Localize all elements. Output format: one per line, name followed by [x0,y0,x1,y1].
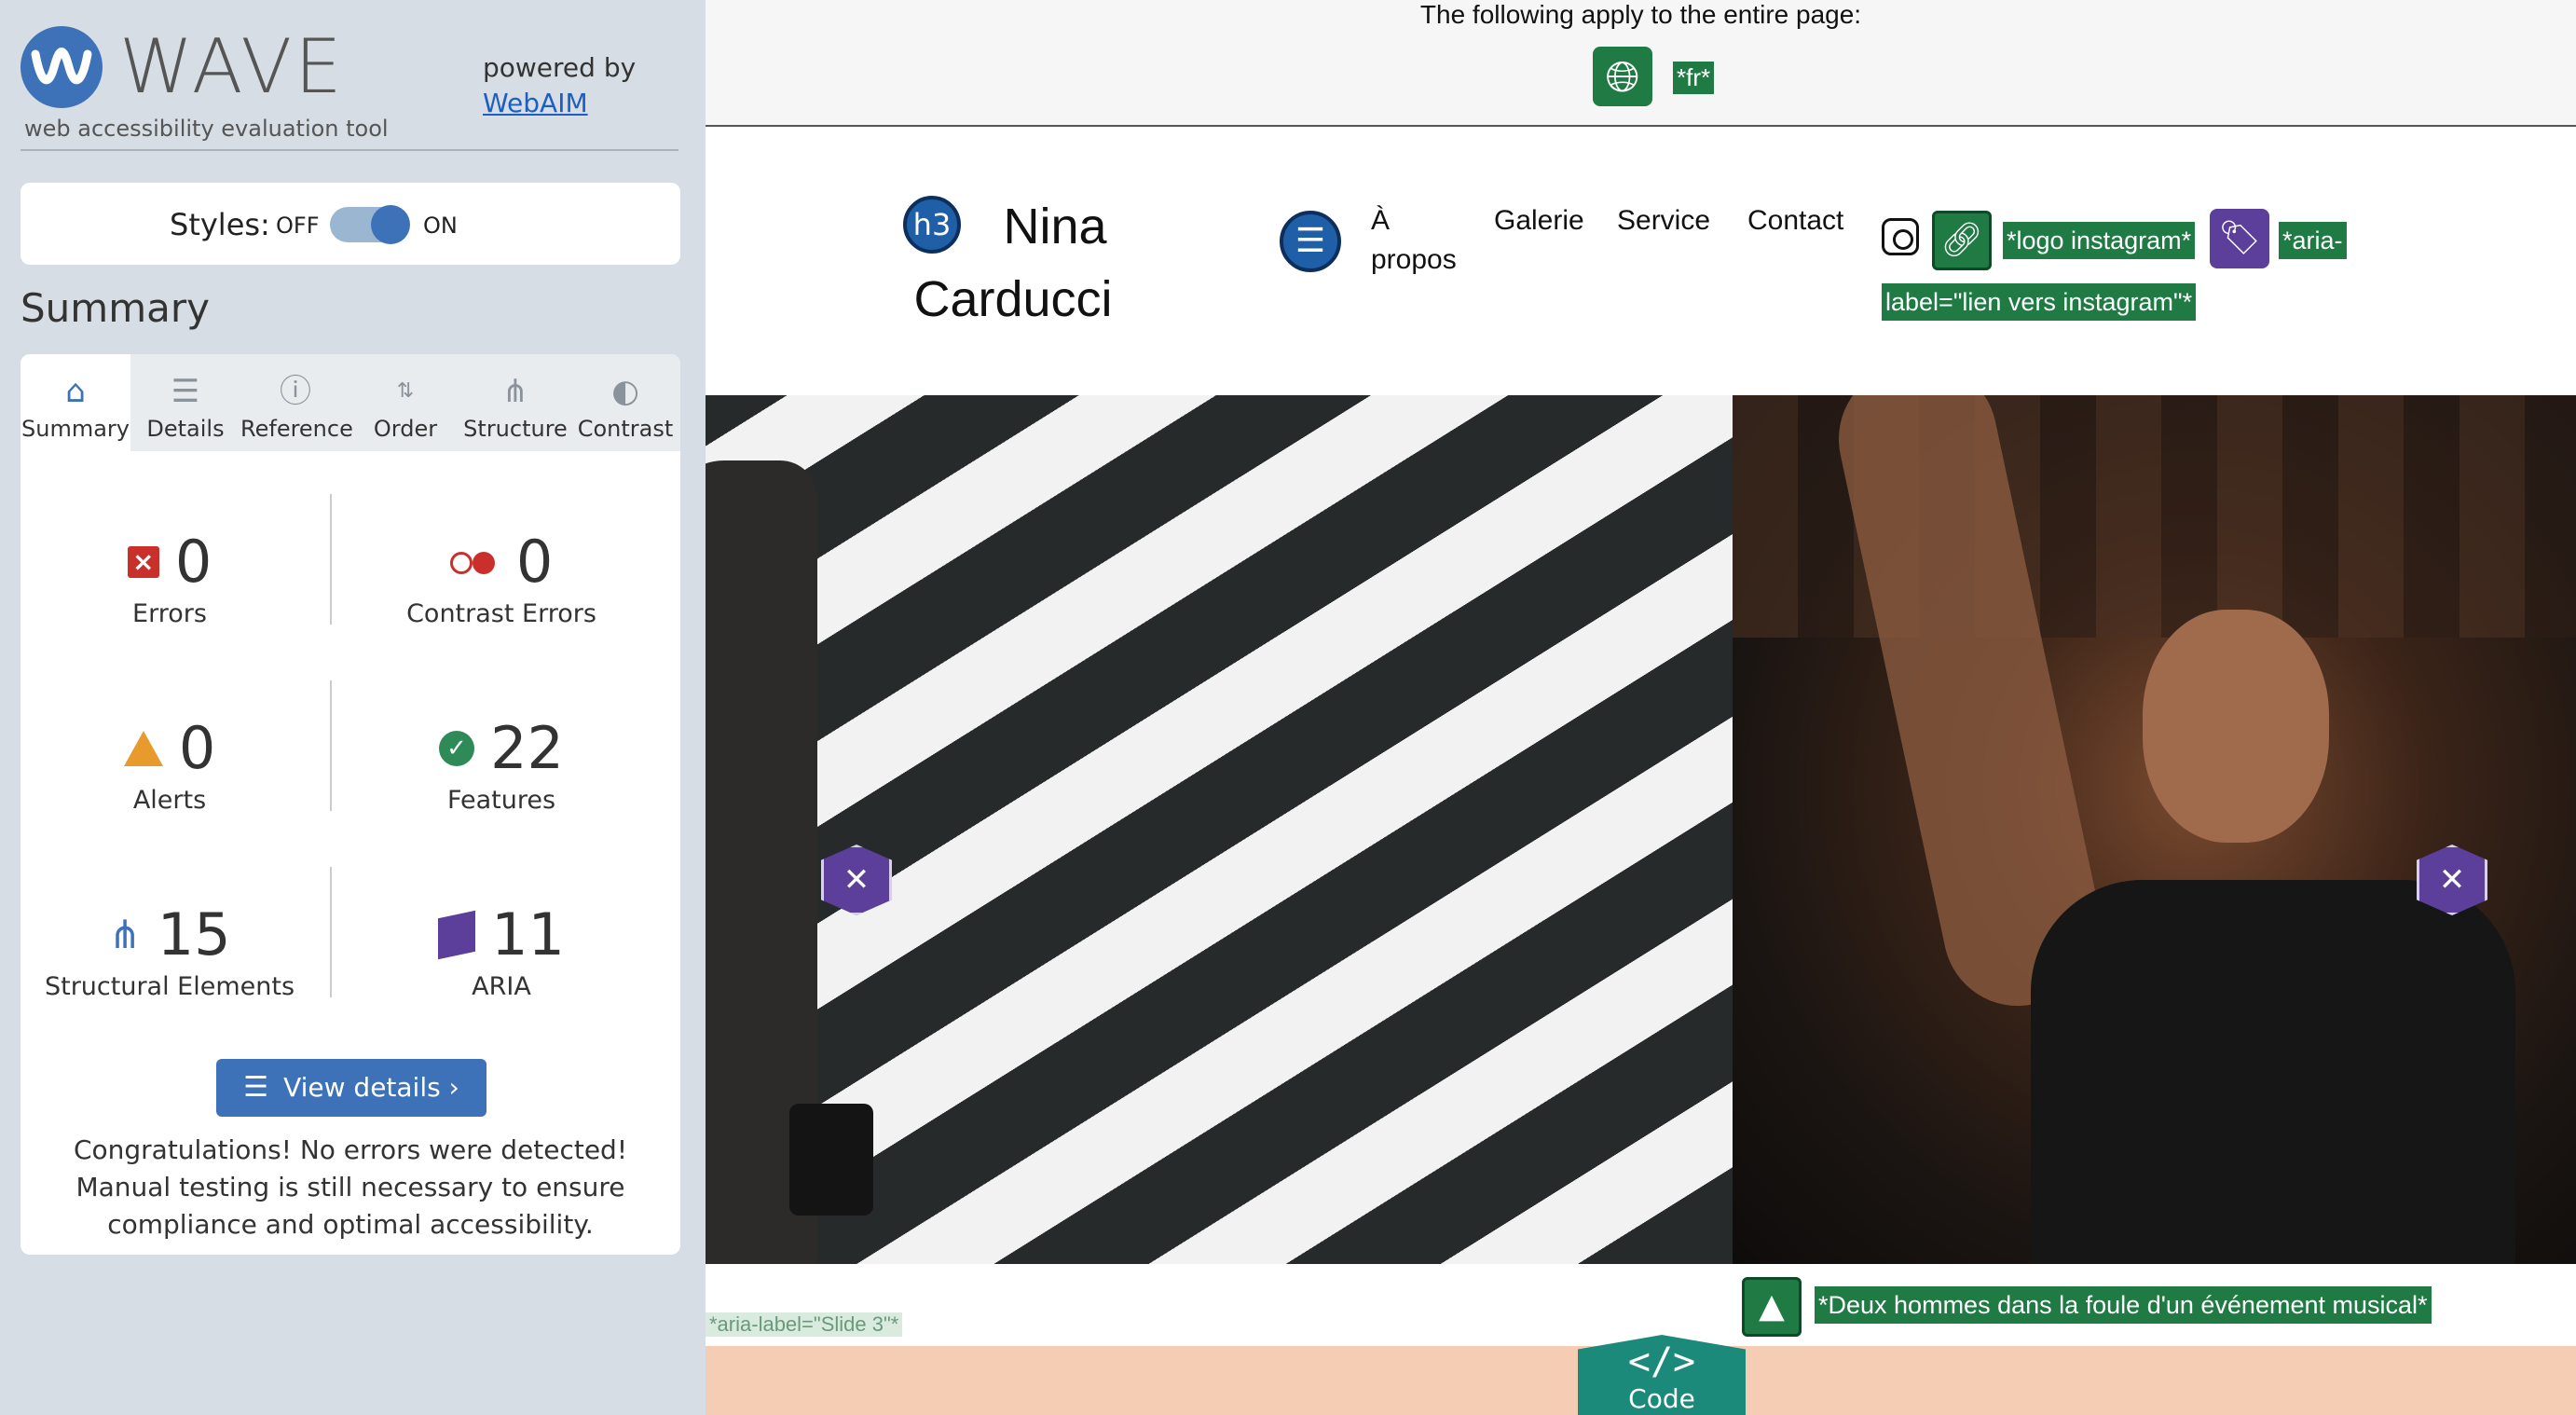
contrast-icon: ◐ [611,373,639,410]
tab-label: Summary [21,416,130,442]
aria-count: 11 [491,900,565,969]
contrast-error-icon [449,546,500,578]
styles-label: Styles: [170,207,270,242]
errors-stat[interactable]: × 0 Errors [21,528,319,628]
language-globe-icon[interactable]: 🌐︎ [1593,47,1652,106]
handbag [789,1104,873,1216]
wave-header: WAVE web accessibility evaluation tool p… [21,21,678,151]
tab-structure[interactable]: ⋔ Structure [460,354,570,451]
list-structure-icon[interactable]: ☰ [1280,211,1341,272]
errors-label: Errors [132,599,207,628]
page-level-bar: The following apply to the entire page: … [706,0,2576,127]
home-icon: ⌂ [65,373,86,410]
styles-toggle[interactable] [330,205,410,244]
errors-count: 0 [174,528,212,596]
wave-logo-icon [21,26,103,108]
image-alt-tag: *Deux hommes dans la foule d'un événemen… [1815,1286,2432,1324]
contrast-errors-count: 0 [515,528,554,596]
list-icon: ☰ [243,1071,269,1104]
powered-by: powered by WebAIM [483,50,636,121]
features-stat[interactable]: ✓ 22 Features [352,714,651,815]
site-header: Nina Carducci h3 ☰ À propos Galerie Serv… [706,129,2576,395]
code-label: Code [1628,1383,1695,1414]
black-tshirt [2031,880,2515,1264]
tab-details[interactable]: ☰ Details [130,354,240,451]
linked-image-icon[interactable]: 🔗︎ [1932,211,1992,270]
tab-summary[interactable]: ⌂ Summary [21,354,130,451]
powered-by-label: powered by [483,52,637,83]
divider [330,680,332,811]
aria-label-tag-line1: *aria- [2279,222,2347,259]
h3-heading-icon[interactable]: h3 [903,196,961,254]
caption-area: ▲ *Deux hommes dans la foule d'un événem… [706,1264,2576,1346]
tab-order[interactable]: ⇅ Order [350,354,460,451]
aria-label: ARIA [472,972,531,1001]
check-icon: ✓ [439,730,474,766]
wave-sidebar: WAVE web accessibility evaluation tool p… [0,0,706,1415]
alerts-count: 0 [178,714,216,782]
nav-link-contact[interactable]: Contact [1747,201,1843,240]
young-man-face [2143,610,2329,843]
features-count: 22 [490,714,564,782]
view-details-button[interactable]: ☰ View details › [216,1059,486,1117]
styles-on-label: ON [423,213,458,239]
tab-label: Contrast [577,416,674,442]
congrats-message: Congratulations! No errors were detected… [73,1134,628,1240]
wave-logo-text: WAVE [119,23,345,110]
code-icon: </> [1627,1340,1696,1383]
wave-subtitle: web accessibility evaluation tool [24,116,389,142]
tab-label: Order [373,416,438,442]
styles-toggle-box: Styles: OFF ON [21,183,680,265]
contrast-errors-label: Contrast Errors [406,599,596,628]
error-icon: × [127,545,159,578]
carousel-image-concert-crowd [1733,395,2576,1264]
aria-stat[interactable]: 11 ARIA [352,900,651,1001]
website-viewport: The following apply to the entire page: … [706,0,2576,1415]
image-alt-icon[interactable]: ▲ [1742,1277,1802,1337]
structure-icon: ⋔ [108,911,142,957]
summary-heading: Summary [21,285,210,331]
nav-link-galerie[interactable]: Galerie [1494,201,1584,240]
alert-icon [123,730,163,766]
aria-icon [438,910,475,959]
contrast-errors-stat[interactable]: 0 Contrast Errors [352,528,651,628]
nav-link-service[interactable]: Service [1617,201,1710,240]
code-button[interactable]: </> Code [1578,1335,1746,1415]
structure-icon: ⋔ [501,373,529,410]
title-line-2: Carducci [913,271,1113,327]
view-details-label: View details › [283,1072,459,1103]
tab-label: Details [146,416,225,442]
instagram-alt-tag: *logo instagram* [2003,222,2196,259]
order-icon: ⇅ [396,379,415,403]
structural-count: 15 [157,900,231,969]
nav-link-apropos[interactable]: À propos [1371,201,1457,280]
page-bar-text: The following apply to the entire page: [1419,0,1862,29]
aria-label-icon[interactable]: 🏷︎ [2210,209,2269,268]
aria-label-tag-line2: label="lien vers instagram"* [1882,283,2197,321]
slide-aria-tag: *aria-label="Slide 3"* [706,1312,903,1337]
tab-reference[interactable]: ⓘ Reference [240,354,353,451]
alerts-stat[interactable]: 0 Alerts [21,714,319,815]
instagram-icon[interactable] [1882,218,1919,255]
list-icon: ☰ [171,373,200,410]
nav-apropos-line1: À [1371,205,1391,236]
info-icon: ⓘ [280,373,311,410]
features-label: Features [446,786,556,815]
toggle-knob [371,205,410,244]
wave-tabs: ⌂ Summary ☰ Details ⓘ Reference ⇅ Order … [21,354,680,451]
styles-off-label: OFF [276,213,320,239]
lang-tag: *fr* [1673,62,1715,94]
structural-stat[interactable]: ⋔ 15 Structural Elements [21,900,319,1001]
nav-apropos-line2: propos [1371,244,1457,275]
divider [330,867,332,997]
carousel-image-crosswalk [706,395,1733,1264]
tab-contrast[interactable]: ◐ Contrast [570,354,680,451]
summary-panel: ⌂ Summary ☰ Details ⓘ Reference ⇅ Order … [21,354,680,1255]
tab-label: Reference [240,416,353,442]
structural-label: Structural Elements [44,972,295,1001]
tab-label: Structure [463,416,568,442]
alerts-label: Alerts [132,786,207,815]
webaim-link[interactable]: WebAIM [483,86,636,121]
divider [330,494,332,625]
